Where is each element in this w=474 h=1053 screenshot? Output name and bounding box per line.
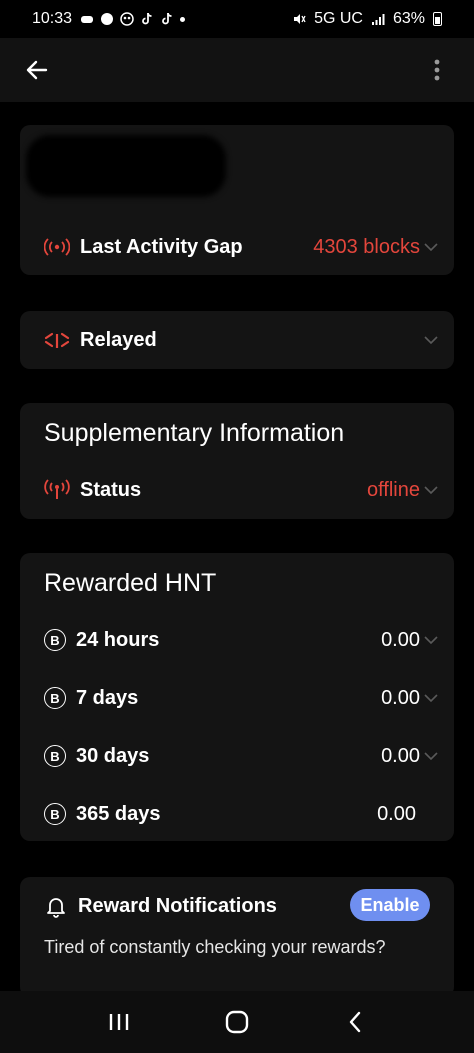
reward-row-30d[interactable]: B 30 days 0.00	[44, 739, 440, 773]
status-label: Status	[80, 478, 142, 501]
reward-period-label: 30 days	[76, 744, 150, 767]
status-value: offline	[366, 478, 420, 501]
broadcast-icon	[44, 238, 70, 256]
clock-time: 10:33	[32, 10, 73, 27]
reward-period-label: 7 days	[76, 686, 139, 709]
notification-icons	[80, 12, 186, 26]
reward-row-365d: B 365 days 0.00	[44, 797, 440, 831]
relayed-label: Relayed	[80, 328, 157, 351]
system-back-button[interactable]	[333, 1000, 377, 1044]
back-button[interactable]	[20, 53, 54, 87]
status-bar: 10:33 5G UC 63%	[0, 0, 474, 38]
home-icon	[225, 1010, 249, 1034]
mute-icon	[294, 14, 306, 24]
more-vert-icon	[434, 59, 440, 81]
signal-icon	[371, 14, 385, 25]
recent-apps-icon	[109, 1014, 129, 1030]
tiktok-icon	[142, 12, 152, 25]
app-bar	[0, 38, 474, 102]
network-label: 5G UC	[314, 10, 363, 27]
chevron-down-icon	[424, 636, 438, 645]
reward-row-24h[interactable]: B 24 hours 0.00	[44, 623, 440, 657]
chevron-left-icon	[349, 1011, 361, 1033]
notifications-title: Reward Notifications	[78, 894, 277, 917]
status-row[interactable]: Status offline	[44, 473, 440, 507]
hnt-coin-icon: B	[44, 629, 66, 651]
relay-icon	[44, 332, 70, 348]
chevron-down-icon	[424, 486, 438, 495]
redacted-hotspot-name	[26, 135, 226, 197]
more-options-button[interactable]	[420, 53, 454, 87]
hnt-coin-icon: B	[44, 687, 66, 709]
reward-value: 0.00	[381, 686, 420, 709]
status-left: 10:33	[32, 10, 186, 28]
chevron-down-icon	[424, 336, 438, 345]
relayed-row[interactable]: Relayed	[44, 323, 440, 357]
home-button[interactable]	[215, 1000, 259, 1044]
enable-notifications-button[interactable]: Enable	[350, 889, 430, 921]
notifications-card: Reward Notifications Enable Tired of con…	[20, 877, 454, 997]
bell-icon	[47, 898, 65, 918]
owl-icon	[120, 12, 134, 26]
relayed-card[interactable]: Relayed	[20, 311, 454, 369]
gamepad-icon	[81, 16, 94, 23]
reward-value: 0.00	[377, 802, 416, 825]
supplementary-title: Supplementary Information	[44, 419, 345, 447]
battery-icon	[433, 12, 442, 26]
battery-percent: 63%	[392, 10, 425, 27]
last-activity-value: 4303 blocks	[313, 235, 420, 258]
activity-card: Last Activity Gap 4303 blocks	[20, 125, 454, 275]
rewarded-card: Rewarded HNT B 24 hours 0.00 B 7 days 0.…	[20, 553, 454, 841]
hnt-coin-icon: B	[44, 745, 66, 767]
tiktok-icon-2	[162, 12, 172, 25]
reward-value: 0.00	[381, 744, 420, 767]
notifications-body: Tired of constantly checking your reward…	[44, 937, 386, 957]
more-notifications-dot-icon	[180, 16, 186, 22]
supplementary-card: Supplementary Information Status offline	[20, 403, 454, 519]
reward-period-label: 365 days	[76, 802, 161, 825]
rewarded-title: Rewarded HNT	[44, 569, 217, 597]
status-right: 5G UC 63%	[292, 10, 442, 28]
messenger-icon	[101, 13, 114, 25]
chevron-down-icon	[424, 752, 438, 761]
reward-row-7d[interactable]: B 7 days 0.00	[44, 681, 440, 715]
antenna-icon	[44, 479, 70, 499]
chevron-down-icon	[424, 243, 438, 252]
chevron-down-icon	[424, 694, 438, 703]
reward-value: 0.00	[381, 628, 420, 651]
last-activity-label: Last Activity Gap	[80, 235, 243, 258]
recent-apps-button[interactable]	[97, 1000, 141, 1044]
last-activity-row[interactable]: Last Activity Gap 4303 blocks	[44, 230, 440, 264]
system-nav-bar	[0, 991, 474, 1053]
hnt-coin-icon: B	[44, 803, 66, 825]
arrow-left-icon	[26, 60, 48, 80]
reward-period-label: 24 hours	[76, 628, 160, 651]
